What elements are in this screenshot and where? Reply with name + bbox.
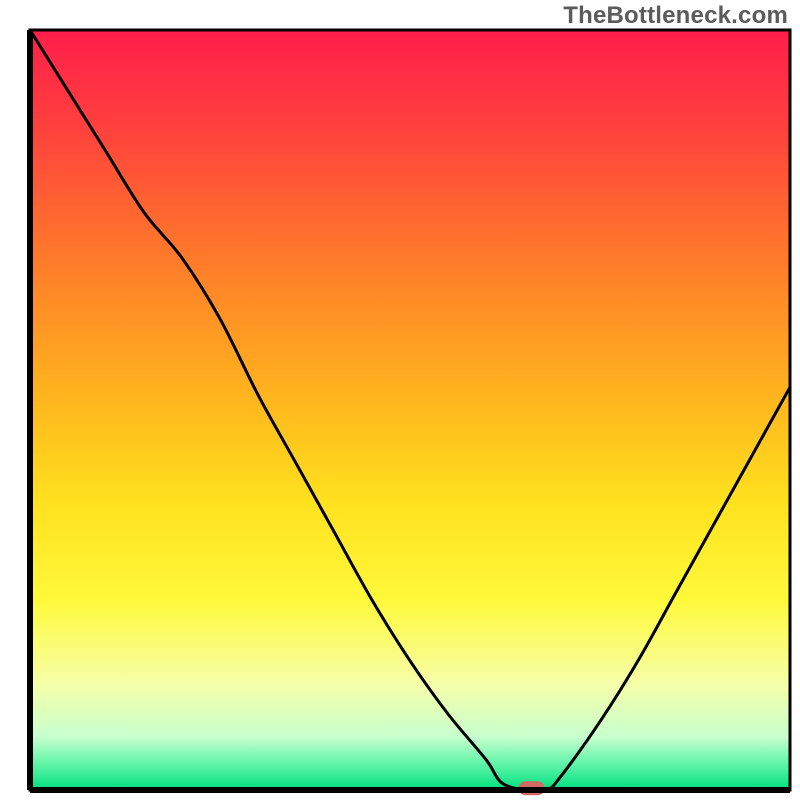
chart-background bbox=[30, 30, 790, 790]
bottleneck-chart bbox=[0, 0, 800, 800]
chart-container: TheBottleneck.com bbox=[0, 0, 800, 800]
watermark-text: TheBottleneck.com bbox=[563, 2, 788, 30]
